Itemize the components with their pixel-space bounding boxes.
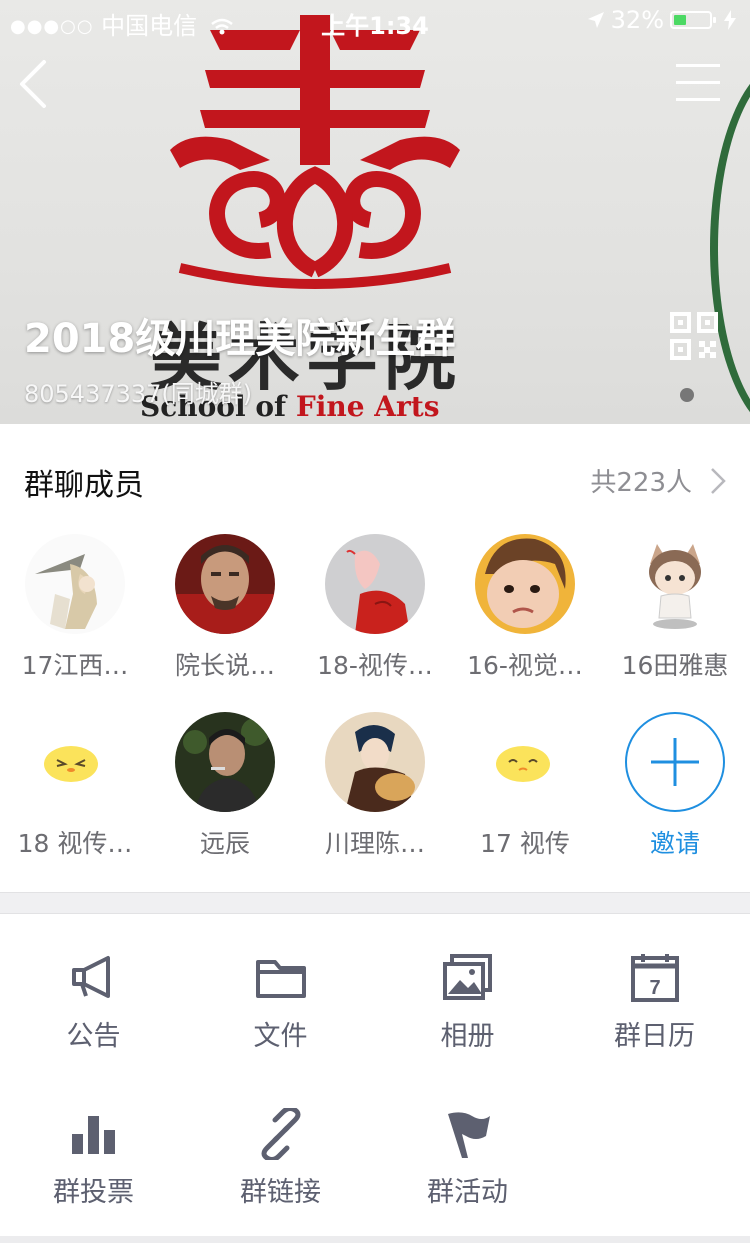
group-header: 美术学院 School of Fine Arts ●●●○○ 中国电信 上午1:…: [0, 0, 750, 424]
member-item[interactable]: 16-视觉…: [450, 534, 600, 704]
feature-label: 群日历: [614, 1021, 695, 1052]
chevron-right-icon: [711, 468, 726, 494]
feature-files[interactable]: 文件: [187, 914, 374, 1064]
member-avatar: [475, 534, 575, 634]
hamburger-icon-line: [676, 81, 720, 84]
member-avatar: [325, 534, 425, 634]
member-name: 17江西…: [21, 651, 129, 680]
member-name: 17 视传: [480, 829, 570, 858]
megaphone-icon: [72, 956, 110, 998]
group-id: 805437337(同城群): [24, 380, 253, 408]
member-avatar: [175, 712, 275, 812]
member-avatar: [25, 534, 125, 634]
member-item[interactable]: 18-视传…: [300, 534, 450, 704]
members-header-row[interactable]: 群聊成员 共223人: [0, 424, 750, 534]
feature-vote[interactable]: 群投票: [0, 1070, 187, 1220]
invite-circle: [625, 712, 725, 812]
battery-icon: [670, 11, 716, 29]
status-bar: ●●●○○ 中国电信 上午1:34 32%: [0, 0, 750, 40]
feature-announcement[interactable]: 公告: [0, 914, 187, 1064]
hamburger-icon-line: [676, 98, 720, 101]
member-item[interactable]: 院长说…: [150, 534, 300, 704]
members-section: 群聊成员 共223人 17江西… 院长说… 18-视传… 16-视觉… 16田雅…: [0, 424, 750, 892]
member-item[interactable]: 川理陈…: [300, 712, 450, 882]
feature-label: 群活动: [427, 1177, 508, 1208]
feature-label: 文件: [253, 1021, 308, 1052]
members-count: 共223人: [590, 468, 692, 498]
member-name: 院长说…: [174, 651, 275, 680]
member-avatar: [25, 712, 125, 812]
member-avatar: [325, 712, 425, 812]
album-icon: [443, 954, 492, 1000]
member-item[interactable]: 18 视传…: [0, 712, 150, 882]
feature-label: 相册: [440, 1021, 495, 1052]
group-features-grid: 公告 文件 相册 7 群日历 群投票 群链接 群活动: [0, 914, 750, 1243]
page-indicator-dot: [680, 388, 694, 402]
feature-label: 群链接: [240, 1177, 321, 1208]
more-menu-button[interactable]: [676, 64, 720, 102]
back-button[interactable]: [14, 58, 54, 110]
qr-code-button[interactable]: [670, 312, 718, 360]
svg-text:7: 7: [649, 977, 660, 999]
bottom-separator: [0, 1236, 750, 1243]
cover-decoration-arc: [710, 60, 750, 424]
member-avatar: [175, 534, 275, 634]
feature-album[interactable]: 相册: [374, 914, 561, 1064]
invite-button[interactable]: 邀请: [600, 712, 750, 882]
charging-bolt-icon: [724, 10, 736, 30]
folder-icon: [256, 960, 306, 998]
member-item[interactable]: 远辰: [150, 712, 300, 882]
calendar-icon: 7: [631, 954, 679, 1002]
flag-icon: [448, 1112, 490, 1158]
member-item[interactable]: 16田雅惠: [600, 534, 750, 704]
chevron-left-icon: [20, 60, 46, 108]
bar-chart-icon: [72, 1116, 115, 1154]
feature-label: 群投票: [53, 1177, 134, 1208]
feature-calendar[interactable]: 7 群日历: [561, 914, 748, 1064]
member-name: 18 视传…: [17, 829, 133, 858]
member-name: 16田雅惠: [621, 651, 729, 680]
member-avatar: [625, 534, 725, 634]
member-name: 18-视传…: [317, 651, 433, 680]
cover-logo-image: [170, 15, 460, 289]
location-arrow-icon: [587, 12, 604, 28]
member-name: 16-视觉…: [467, 651, 583, 680]
member-name: 川理陈…: [324, 829, 425, 858]
member-name: 远辰: [199, 829, 250, 858]
feature-label: 公告: [66, 1021, 121, 1052]
feature-link[interactable]: 群链接: [187, 1070, 374, 1220]
member-item[interactable]: 17 视传: [450, 712, 600, 882]
group-name: 2018级川理美院新生群: [24, 316, 456, 362]
plus-icon: [651, 738, 699, 786]
invite-label: 邀请: [649, 829, 700, 858]
member-item[interactable]: 17江西…: [0, 534, 150, 704]
battery-percent: 32%: [610, 6, 664, 34]
members-title: 群聊成员: [24, 468, 144, 503]
section-divider: [0, 892, 750, 914]
hamburger-icon-line: [676, 64, 720, 67]
member-avatar: [475, 712, 575, 812]
link-icon: [261, 1108, 301, 1160]
feature-activity[interactable]: 群活动: [374, 1070, 561, 1220]
